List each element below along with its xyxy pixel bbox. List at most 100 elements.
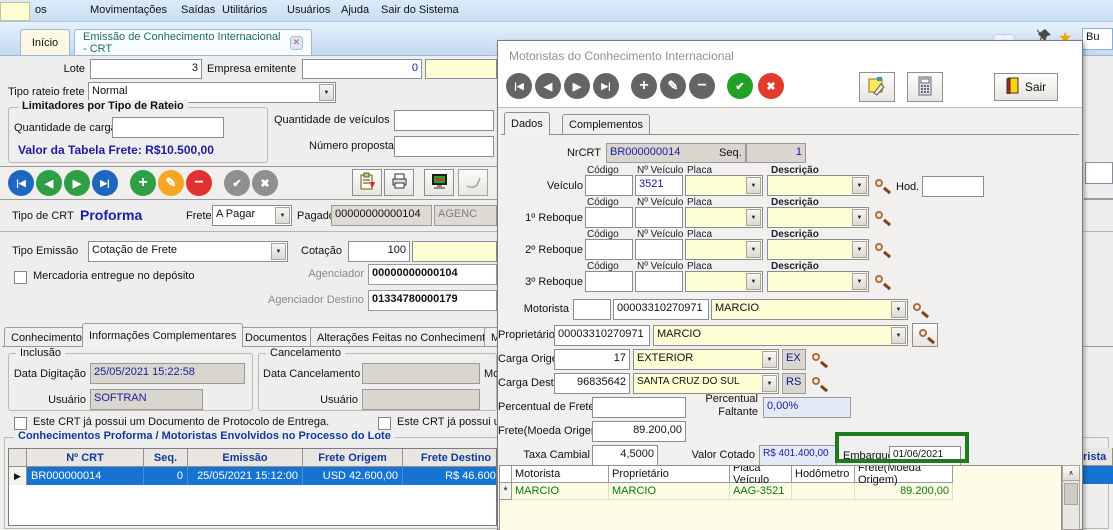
dropdown-arrow-icon[interactable]: ▼ <box>271 243 286 260</box>
reboque1-codigo-input[interactable] <box>585 207 633 228</box>
frete-combo[interactable]: A Pagar▼ <box>212 205 292 226</box>
reboque2-descricao-combo[interactable]: ▼ <box>767 239 869 260</box>
grid-cell-nrcrt[interactable]: BR000000014 <box>27 467 144 485</box>
veiculo-codigo-input[interactable] <box>585 175 633 196</box>
dlg-sair-button[interactable]: Sair <box>994 73 1058 101</box>
qtd-veiculos-input[interactable] <box>394 110 494 131</box>
dropdown-arrow-icon[interactable]: ▼ <box>275 207 290 224</box>
dlg-grid-header-proprietario[interactable]: Proprietário <box>609 466 730 483</box>
add-button[interactable]: + <box>130 170 156 196</box>
grid-cell-frete-destino[interactable]: R$ 46.600,0 <box>403 467 497 485</box>
proprietario-search-button[interactable] <box>912 323 938 347</box>
dlg-grid-header-placa[interactable]: Placa Veículo <box>730 466 792 483</box>
menu-item-ajuda[interactable]: Ajuda <box>341 4 369 16</box>
veiculo-nrveiculo-input[interactable]: 3521 <box>635 175 683 196</box>
veiculo-descricao-combo[interactable]: ▼ <box>767 175 869 196</box>
qtd-cargas-input[interactable] <box>112 117 224 138</box>
dlg-note-button[interactable] <box>859 72 895 102</box>
tab-documentos[interactable]: Documentos <box>238 327 314 347</box>
nav-first-button[interactable]: |◀ <box>8 170 34 196</box>
tab-inicio[interactable]: Início <box>20 29 70 55</box>
reboque3-codigo-input[interactable] <box>585 271 633 292</box>
dlg-cancel-button[interactable]: ✖ <box>758 73 784 99</box>
empresa-emitente-desc-field[interactable] <box>425 59 497 79</box>
tab-emissao-crt[interactable]: Emissão de Conhecimento Internacional - … <box>74 29 312 55</box>
grid-header-seq[interactable]: Seq. <box>144 449 188 467</box>
menu-item-movimentacoes[interactable]: Movimentações <box>90 4 167 16</box>
dlg-nav-last-disabled[interactable]: ▶| <box>593 73 619 99</box>
tab-conhecimento[interactable]: Conhecimento <box>4 327 89 347</box>
frete-moeda-input[interactable]: 89.200,00 <box>592 421 686 442</box>
motorista-doc-input[interactable]: 00003310270971 <box>613 299 709 320</box>
reboque1-search-icon[interactable] <box>875 211 890 226</box>
menu-item-utilitarios[interactable]: Utilitários <box>222 4 267 16</box>
tab-informacoes-complementares[interactable]: Informações Complementares <box>82 323 243 347</box>
dlg-grid-header-motorista[interactable]: Motorista <box>512 466 609 483</box>
menu-item-clipped[interactable]: os <box>35 4 47 16</box>
dlg-tab-complementos[interactable]: Complementos <box>562 114 650 135</box>
proprietario-nome-combo[interactable]: MARCIO▼ <box>653 325 908 346</box>
cancel-button-disabled[interactable]: ✖ <box>252 170 278 196</box>
dlg-grid-header-frete[interactable]: Frete(Moeda Origem) <box>855 466 953 483</box>
cotacao-input[interactable]: 100 <box>348 241 410 262</box>
reboque2-codigo-input[interactable] <box>585 239 633 260</box>
tab-close-icon[interactable]: ✕ <box>290 36 303 50</box>
reboque2-nrveiculo-input[interactable] <box>635 239 683 260</box>
carga-destino-search-icon[interactable] <box>812 377 827 392</box>
tipo-emissao-combo[interactable]: Cotação de Frete▼ <box>88 241 288 262</box>
grid-header-nrcrt[interactable]: Nº CRT <box>27 449 144 467</box>
confirm-button-disabled[interactable]: ✔ <box>224 170 250 196</box>
grid-header-frete-origem[interactable]: Frete Origem <box>303 449 403 467</box>
reboque3-descricao-combo[interactable]: ▼ <box>767 271 869 292</box>
dlg-grid-cell-proprietario[interactable]: MARCIO <box>609 483 730 500</box>
reboque1-placa-combo[interactable]: ▼ <box>685 207 763 228</box>
delete-button[interactable]: − <box>186 170 212 196</box>
percentual-frete-input[interactable] <box>592 397 686 418</box>
grid-cell-frete-origem[interactable]: USD 42.600,00 <box>303 467 403 485</box>
reboque2-placa-combo[interactable]: ▼ <box>685 239 763 260</box>
reboque3-nrveiculo-input[interactable] <box>635 271 683 292</box>
carga-destino-codigo-input[interactable]: 96835642 <box>554 373 630 394</box>
taxa-cambial-input[interactable]: 4,5000 <box>592 445 658 466</box>
menu-item-saidas[interactable]: Saídas <box>181 4 215 16</box>
empresa-emitente-input[interactable]: 0 <box>302 59 422 79</box>
dlg-grid-header-hodometro[interactable]: Hodômetro <box>792 466 855 483</box>
dropdown-arrow-icon[interactable]: ▼ <box>319 84 334 101</box>
dlg-add-disabled[interactable]: + <box>631 73 657 99</box>
dlg-nav-first-disabled[interactable]: |◀ <box>506 73 532 99</box>
dlg-grid-cell-placa[interactable]: AAG-3521 <box>730 483 792 500</box>
report-button[interactable] <box>352 169 382 196</box>
grid-cell-emissao[interactable]: 25/05/2021 15:12:00 <box>188 467 303 485</box>
veiculo-search-icon[interactable] <box>875 179 890 194</box>
reboque1-descricao-combo[interactable]: ▼ <box>767 207 869 228</box>
dlg-nav-next-disabled[interactable]: ▶ <box>564 73 590 99</box>
grid-cell-seq[interactable]: 0 <box>144 467 188 485</box>
protocolo-checkbox[interactable] <box>14 417 27 430</box>
menu-item-sair-do-sistema[interactable]: Sair do Sistema <box>381 4 459 16</box>
reboque1-nrveiculo-input[interactable] <box>635 207 683 228</box>
nav-next-button[interactable]: ▶ <box>64 170 90 196</box>
lote-input[interactable]: 3 <box>90 59 202 79</box>
hod-input[interactable] <box>922 176 984 197</box>
reboque3-placa-combo[interactable]: ▼ <box>685 271 763 292</box>
crt-possui-checkbox[interactable] <box>378 417 391 430</box>
dlg-grid-cell-motorista[interactable]: MARCIO <box>512 483 609 500</box>
dlg-grid-cell-frete[interactable]: 89.200,00 <box>855 483 953 500</box>
motorista-nome-combo[interactable]: MARCIO▼ <box>711 299 908 320</box>
dlg-edit-disabled[interactable]: ✎ <box>660 73 686 99</box>
menu-item-usuarios[interactable]: Usuários <box>287 4 330 16</box>
dlg-calc-button[interactable] <box>907 72 943 102</box>
carga-destino-combo[interactable]: SANTA CRUZ DO SUL▼ <box>633 373 779 394</box>
dlg-confirm-button[interactable]: ✔ <box>727 73 753 99</box>
scroll-up-button[interactable]: ∧ <box>1063 466 1079 481</box>
veiculo-placa-combo[interactable]: ▼ <box>685 175 763 196</box>
reboque3-search-icon[interactable] <box>875 275 890 290</box>
nav-prev-button[interactable]: ◀ <box>36 170 62 196</box>
search-input[interactable]: Bu <box>1082 28 1113 50</box>
dlg-nav-prev-disabled[interactable]: ◀ <box>535 73 561 99</box>
mercadoria-checkbox[interactable] <box>14 271 27 284</box>
dlg-delete-disabled[interactable]: − <box>689 73 715 99</box>
monitor-button[interactable] <box>424 169 454 196</box>
dlg-grid-cell-hodometro[interactable] <box>792 483 855 500</box>
motorista-codigo-input[interactable] <box>573 299 611 320</box>
